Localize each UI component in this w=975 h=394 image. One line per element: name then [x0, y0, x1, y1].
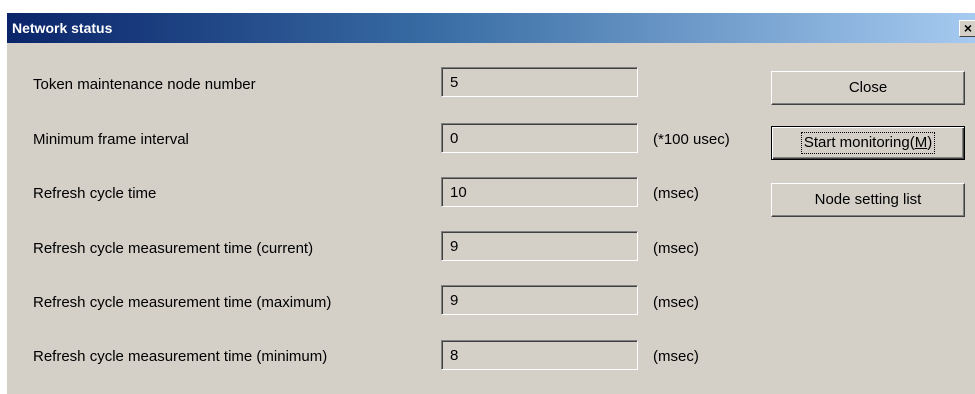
refresh-current-unit: (msec) — [653, 240, 699, 257]
refresh-current-field: 9 — [441, 231, 638, 261]
refresh-maximum-field: 9 — [441, 285, 638, 315]
close-window-icon[interactable]: × — [959, 20, 975, 37]
refresh-cycle-time-field: 10 — [441, 177, 638, 207]
close-button[interactable]: Close — [771, 71, 965, 105]
node-setting-list-button[interactable]: Node setting list — [771, 183, 965, 217]
network-status-dialog: Network status × Token maintenance node … — [7, 13, 975, 394]
refresh-minimum-field: 8 — [441, 340, 638, 370]
min-frame-interval-label: Minimum frame interval — [33, 131, 189, 148]
start-monitoring-button[interactable]: Start monitoring(M) — [771, 126, 965, 160]
start-monitoring-mnemonic: M — [914, 134, 928, 151]
refresh-maximum-label: Refresh cycle measurement time (maximum) — [33, 294, 332, 311]
refresh-current-label: Refresh cycle measurement time (current) — [33, 240, 314, 257]
token-node-field: 5 — [441, 67, 638, 97]
refresh-cycle-time-label: Refresh cycle time — [33, 185, 157, 202]
min-frame-interval-unit: (*100 usec) — [653, 131, 730, 148]
title-bar[interactable]: Network status × — [7, 13, 975, 43]
refresh-cycle-time-unit: (msec) — [653, 185, 699, 202]
min-frame-interval-field: 0 — [441, 123, 638, 153]
token-node-label: Token maintenance node number — [33, 76, 256, 93]
refresh-maximum-unit: (msec) — [653, 294, 699, 311]
refresh-minimum-unit: (msec) — [653, 348, 699, 365]
window-title: Network status — [12, 20, 113, 36]
start-monitoring-label: Start monitoring(M) — [800, 132, 936, 154]
refresh-minimum-label: Refresh cycle measurement time (minimum) — [33, 348, 328, 365]
